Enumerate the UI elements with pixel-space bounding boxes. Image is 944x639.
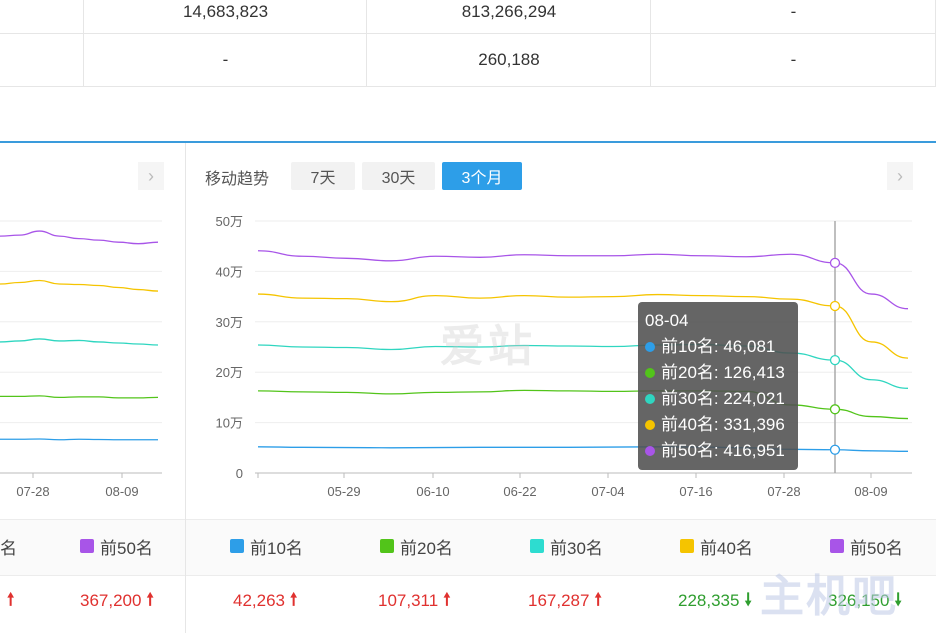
series-line-2 xyxy=(257,389,909,420)
legend-item[interactable]: 名 xyxy=(0,536,17,558)
left-series-line-4 xyxy=(0,279,159,292)
dot-icon xyxy=(645,394,655,404)
y-tick-label: 20万 xyxy=(216,365,243,380)
tooltip-row-text: 前20名: 126,413 xyxy=(661,363,785,382)
series-line-3 xyxy=(257,343,909,389)
highlight-point-4 xyxy=(829,300,841,312)
x-tick-label: 07-28 xyxy=(16,484,49,499)
tooltip-row: 前50名: 416,951 xyxy=(645,438,798,464)
arrow-down-icon: 🠗 xyxy=(744,589,752,609)
change-value: 167,287 🠕 xyxy=(528,590,602,612)
legend-item-top10[interactable]: 前10名 xyxy=(230,536,303,558)
chart-highlight xyxy=(829,221,841,473)
tooltip-row-text: 前50名: 416,951 xyxy=(661,441,785,460)
y-tick-label: 40万 xyxy=(216,264,243,279)
x-tick-label: 06-10 xyxy=(416,484,449,499)
x-tick-label: 08-09 xyxy=(105,484,138,499)
legend-swatch xyxy=(680,539,694,553)
legend-swatch xyxy=(230,539,244,553)
arrow-up-icon: 🠕 xyxy=(7,589,15,609)
legend-label: 前40名 xyxy=(700,538,753,558)
legend-swatch xyxy=(530,539,544,553)
change-value: 367,200 🠕 xyxy=(80,590,154,612)
x-tick-label: 08-09 xyxy=(854,484,887,499)
legend-label: 前50名 xyxy=(850,538,903,558)
legend-item-top20[interactable]: 前20名 xyxy=(380,536,453,558)
left-series-line-3 xyxy=(0,338,159,346)
trend-chart: 0 10万 20万 30万 40万 50万 05-29 06-10 06-22 07-04 07-1… xyxy=(0,214,912,499)
left-series-line-5 xyxy=(0,230,159,245)
series-line-4 xyxy=(257,293,909,359)
chart-grid xyxy=(255,220,912,478)
arrow-up-icon: 🠕 xyxy=(594,589,602,609)
left-series-line-2 xyxy=(0,395,159,399)
tooltip-row: 前40名: 331,396 xyxy=(645,412,798,438)
legend-label: 前10名 xyxy=(250,538,303,558)
highlight-point-5 xyxy=(829,257,841,269)
tooltip-row-text: 前40名: 331,396 xyxy=(661,415,785,434)
tooltip-row: 前20名: 126,413 xyxy=(645,360,798,386)
legend-item[interactable]: 前50名 xyxy=(80,536,153,558)
arrow-up-icon: 🠕 xyxy=(290,589,298,609)
legend-item-top30[interactable]: 前30名 xyxy=(530,536,603,558)
legend-label: 前20名 xyxy=(400,538,453,558)
series-line-1 xyxy=(257,446,909,452)
legend-label: 名 xyxy=(0,538,17,558)
panel-divider xyxy=(185,519,186,633)
value-text: 228,335 xyxy=(678,591,740,610)
x-tick-label: 05-29 xyxy=(327,484,360,499)
change-value: 42,263 🠕 xyxy=(233,590,297,612)
y-tick-label: 50万 xyxy=(216,214,243,229)
highlight-point-1 xyxy=(829,444,841,455)
legend-swatch xyxy=(80,539,94,553)
x-tick-label: 07-16 xyxy=(679,484,712,499)
chart-series-left xyxy=(0,230,159,441)
legend-swatch xyxy=(380,539,394,553)
dot-icon xyxy=(645,420,655,430)
value-text: 167,287 xyxy=(528,591,590,610)
legend-label: 前30名 xyxy=(550,538,603,558)
value-text: 367,200 xyxy=(80,591,142,610)
change-value: 228,335 🠗 xyxy=(678,590,752,612)
chart-tooltip: 08-04 前10名: 46,081 前20名: 126,413 前30名: 2… xyxy=(638,302,798,470)
legend-swatch xyxy=(830,539,844,553)
y-tick-label: 10万 xyxy=(216,416,243,431)
tooltip-row-text: 前30名: 224,021 xyxy=(661,389,785,408)
change-value: 🠕 xyxy=(2,590,14,612)
site-logo-watermark: 主机吧 xyxy=(760,571,898,622)
arrow-up-icon: 🠕 xyxy=(146,589,154,609)
tooltip-row: 前10名: 46,081 xyxy=(645,334,798,360)
dot-icon xyxy=(645,342,655,352)
value-text: 107,311 xyxy=(378,591,439,610)
watermark-text: 爱站 xyxy=(440,322,536,371)
series-line-5 xyxy=(257,250,909,310)
tooltip-row-text: 前10名: 46,081 xyxy=(661,337,776,356)
legend-label: 前50名 xyxy=(100,538,153,558)
x-tick-label: 07-28 xyxy=(767,484,800,499)
highlight-point-2 xyxy=(829,404,841,415)
legend-item-top40[interactable]: 前40名 xyxy=(680,536,753,558)
highlight-point-3 xyxy=(829,354,841,366)
dot-icon xyxy=(645,446,655,456)
x-tick-label: 06-22 xyxy=(503,484,536,499)
value-text: 42,263 xyxy=(233,591,285,610)
tooltip-row: 前30名: 224,021 xyxy=(645,386,798,412)
x-tick-label: 07-04 xyxy=(591,484,624,499)
legend-item-top50[interactable]: 前50名 xyxy=(830,536,903,558)
change-value: 107,311 🠕 xyxy=(378,590,451,612)
arrow-up-icon: 🠕 xyxy=(443,589,451,609)
chart-series xyxy=(257,250,909,452)
tooltip-date: 08-04 xyxy=(645,311,689,330)
y-tick-label: 0 xyxy=(236,466,243,481)
left-series-line-1 xyxy=(0,438,158,441)
y-tick-label: 30万 xyxy=(216,315,243,330)
dot-icon xyxy=(645,368,655,378)
